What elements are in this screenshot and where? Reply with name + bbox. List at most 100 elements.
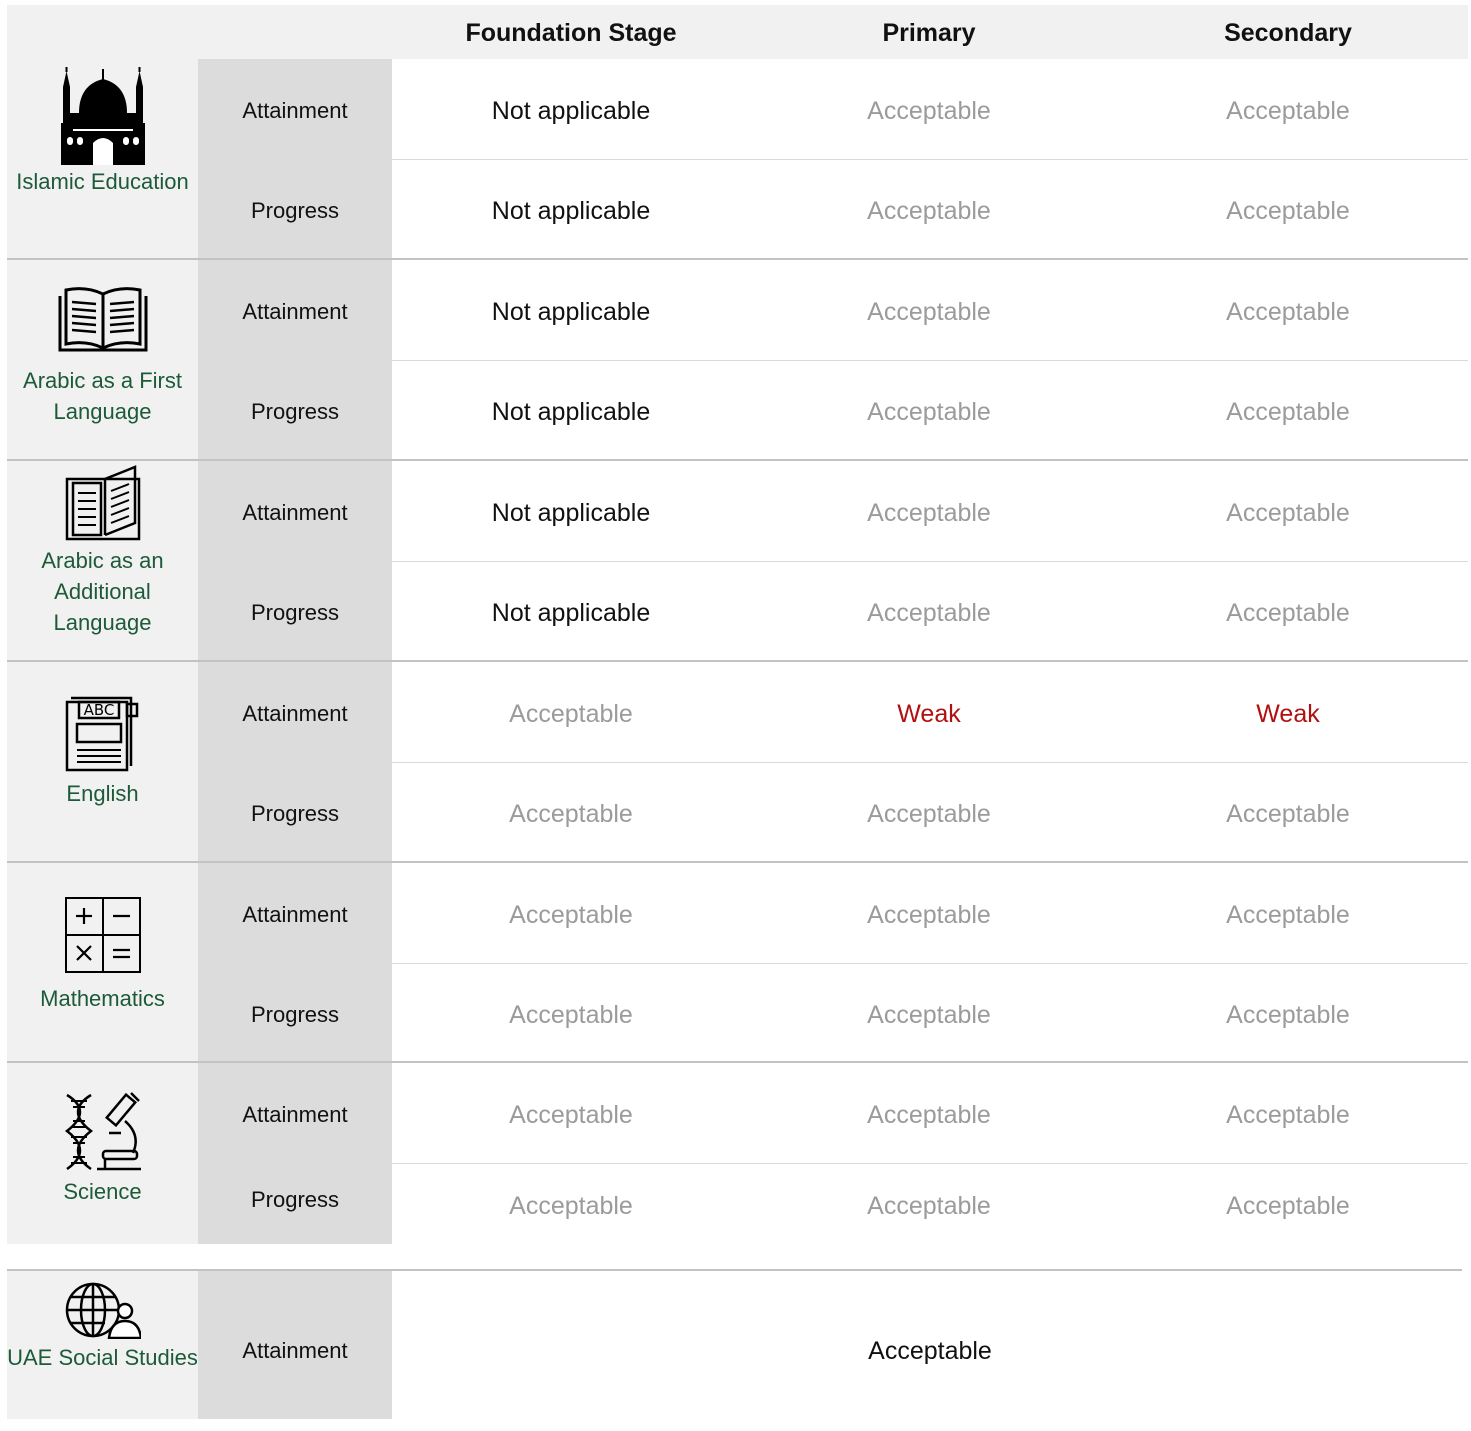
grade-cell: Acceptable — [1226, 1192, 1350, 1220]
table-row: Not applicable Acceptable Acceptable — [392, 59, 1468, 160]
grade-cell: Acceptable — [1226, 1001, 1350, 1029]
grade-cell: Acceptable — [1226, 398, 1350, 426]
grade-cell: Weak — [897, 700, 961, 728]
svg-text:ABC: ABC — [83, 701, 114, 719]
metric-label-attainment: Attainment — [242, 1102, 348, 1127]
metric-column: Attainment Progress — [198, 863, 392, 1061]
subject-name: English — [66, 781, 139, 806]
subject-cell: Islamic Education — [7, 59, 198, 259]
grade-cell: Acceptable — [509, 1001, 633, 1029]
table-row: Acceptable Weak Weak — [392, 662, 1468, 763]
grade-cell: Not applicable — [491, 599, 651, 627]
grade-cell: Acceptable — [867, 1192, 991, 1220]
subject-block-islamic-education: Islamic Education Attainment Progress No… — [7, 59, 1468, 259]
grade-cell: Acceptable — [509, 800, 633, 828]
table-row: Not applicable Acceptable Acceptable — [392, 561, 1468, 661]
subject-name: Mathematics — [40, 986, 165, 1011]
table-row: Acceptable Acceptable Acceptable — [392, 863, 1468, 964]
grade-cell: Acceptable — [1226, 197, 1350, 225]
metric-column: Attainment Progress — [198, 59, 392, 259]
grade-cell: Acceptable — [867, 1101, 991, 1129]
subject-name: Islamic Education — [16, 169, 189, 194]
subject-block-arabic-first-language: Arabic as a First Language Attainment Pr… — [7, 260, 1468, 459]
grade-cell: Acceptable — [509, 1192, 633, 1220]
subject-cell: Mathematics — [7, 863, 198, 1061]
table-row: Not applicable Acceptable Acceptable — [392, 360, 1468, 460]
subject-block-arabic-additional-language: Arabic as an Additional Language Attainm… — [7, 461, 1468, 660]
table-row: Acceptable Acceptable Acceptable — [392, 762, 1468, 862]
grade-cell: Not applicable — [491, 197, 651, 225]
metric-label-progress: Progress — [250, 1187, 340, 1212]
table-row: Not applicable Acceptable Acceptable — [392, 260, 1468, 361]
column-header-secondary: Secondary — [1224, 19, 1352, 47]
grade-cell: Acceptable — [509, 700, 633, 728]
metric-column: Attainment Progress — [198, 662, 392, 861]
subject-cell: Arabic as a First Language — [7, 260, 198, 459]
metric-label-progress: Progress — [250, 399, 340, 424]
dna-microscope-icon — [64, 1092, 141, 1171]
metric-label-attainment: Attainment — [242, 701, 348, 726]
grade-cell: Acceptable — [867, 901, 991, 929]
abc-book-icon: ABC — [65, 696, 138, 772]
grade-cell: Not applicable — [491, 298, 651, 326]
metric-label-attainment: Attainment — [242, 902, 348, 927]
subject-block-uae-social-studies: UAE Social Studies Attainment Acceptable — [7, 1271, 1468, 1419]
table-row: Acceptable Acceptable Acceptable — [392, 1163, 1468, 1244]
metric-label-attainment: Attainment — [242, 98, 348, 123]
column-header-foundation-stage: Foundation Stage — [465, 19, 677, 47]
grade-cell: Acceptable — [1226, 298, 1350, 326]
metric-column: Attainment — [198, 1271, 392, 1419]
mosque-icon — [60, 67, 145, 165]
subject-block-mathematics: Mathematics Attainment Progress Acceptab… — [7, 863, 1468, 1061]
grade-cell: Acceptable — [867, 1001, 991, 1029]
metric-label-progress: Progress — [250, 600, 340, 625]
grade-cell: Acceptable — [867, 800, 991, 828]
grade-cell: Acceptable — [509, 901, 633, 929]
subject-cell: ABC English — [7, 662, 198, 861]
metric-column: Attainment Progress — [198, 1063, 392, 1244]
metric-label-attainment: Attainment — [242, 1338, 348, 1363]
subject-name: UAE Social Studies — [7, 1345, 198, 1370]
metric-column: Attainment Progress — [198, 461, 392, 660]
metric-label-attainment: Attainment — [242, 299, 348, 324]
subject-name: Arabic as an Additional Language — [41, 548, 164, 635]
metric-label-progress: Progress — [250, 1002, 340, 1027]
grade-cell: Acceptable — [867, 197, 991, 225]
subject-name: Science — [63, 1179, 142, 1204]
grade-cell: Not applicable — [491, 398, 651, 426]
subject-cell: Science — [7, 1063, 198, 1244]
grade-cell: Acceptable — [1226, 97, 1350, 125]
subject-block-science: Science Attainment Progress Acceptable A… — [7, 1063, 1468, 1244]
grade-cell: Acceptable — [1226, 599, 1350, 627]
grade-cell: Acceptable — [867, 398, 991, 426]
table-row: Not applicable Acceptable Acceptable — [392, 461, 1468, 562]
grade-cell: Weak — [1256, 700, 1320, 728]
grade-cell: Acceptable — [1226, 499, 1350, 527]
grade-cell: Acceptable — [1226, 1101, 1350, 1129]
grade-cell: Not applicable — [491, 97, 651, 125]
metric-label-progress: Progress — [250, 801, 340, 826]
grade-cell: Not applicable — [491, 499, 651, 527]
subject-name: Arabic as a First Language — [23, 368, 182, 424]
grade-cell: Acceptable — [509, 1101, 633, 1129]
open-book-icon — [58, 287, 147, 352]
table-row: Not applicable Acceptable Acceptable — [392, 159, 1468, 259]
table-header: Foundation Stage Primary Secondary — [7, 5, 1468, 59]
table-row: Acceptable Acceptable Acceptable — [392, 963, 1468, 1063]
column-header-primary: Primary — [882, 19, 976, 47]
subject-cell: UAE Social Studies — [7, 1271, 198, 1419]
metric-label-progress: Progress — [250, 198, 340, 223]
grade-cell: Acceptable — [867, 599, 991, 627]
grade-cell: Acceptable — [867, 499, 991, 527]
grade-cell: Acceptable — [867, 97, 991, 125]
table-row: Acceptable Acceptable Acceptable — [392, 1063, 1468, 1164]
math-operators-icon — [64, 897, 141, 973]
grade-cell: Acceptable — [868, 1337, 992, 1365]
metric-column: Attainment Progress — [198, 260, 392, 459]
grade-cell: Acceptable — [1226, 901, 1350, 929]
subject-block-english: ABC English Attainment Progress Acceptab… — [7, 662, 1468, 861]
globe-person-icon — [65, 1282, 141, 1339]
book-outline-icon — [65, 465, 140, 541]
metric-label-attainment: Attainment — [242, 500, 348, 525]
grade-cell: Acceptable — [1226, 800, 1350, 828]
